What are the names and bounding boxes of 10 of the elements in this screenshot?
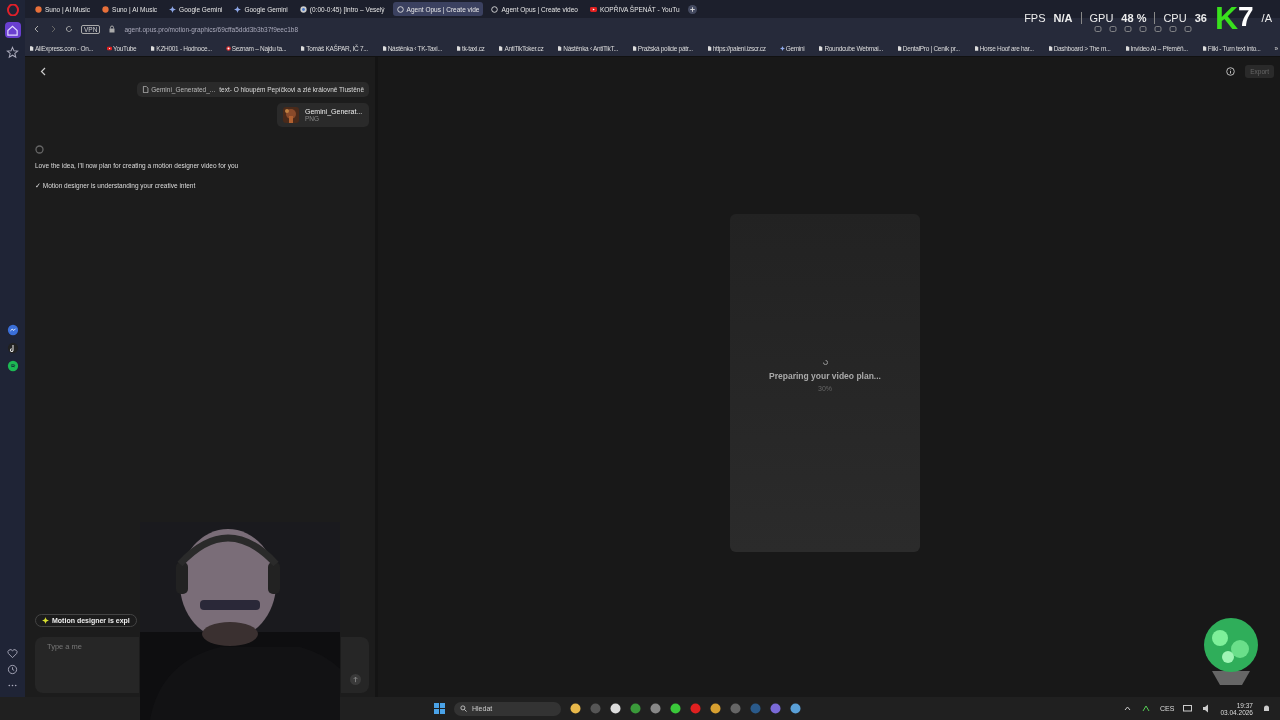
- status-text: Preparing your video plan...: [769, 371, 881, 381]
- stat-value: 36: [1194, 12, 1207, 24]
- stat-label: FPS: [1024, 12, 1046, 24]
- logo-letter: K: [1214, 2, 1238, 34]
- stat-value: N/A: [1053, 12, 1073, 24]
- stat-value: 48 %: [1121, 12, 1147, 24]
- stat-label: GPU: [1089, 12, 1114, 24]
- stat-value: /A: [1261, 12, 1272, 24]
- stat-label: CPU: [1163, 12, 1187, 24]
- logo-digit: 7: [1238, 2, 1254, 32]
